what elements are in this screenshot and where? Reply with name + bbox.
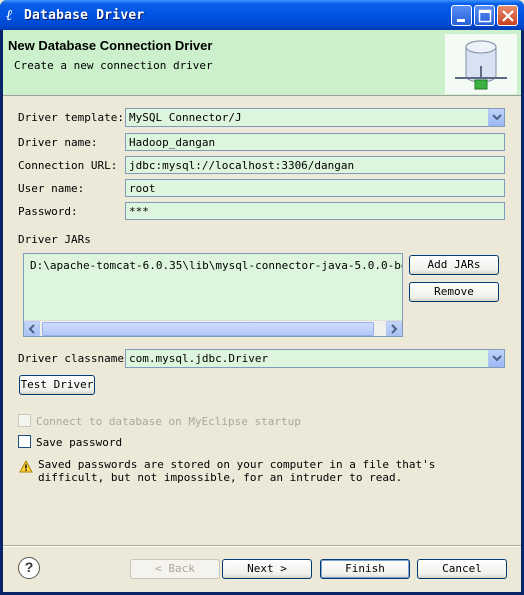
driver-jars-label: Driver JARs [18, 233, 91, 246]
scroll-right-button[interactable] [386, 321, 402, 336]
password-label: Password: [18, 205, 78, 218]
footer-separator [3, 545, 521, 547]
remove-button[interactable]: Remove [409, 282, 499, 302]
driver-name-label: Driver name: [18, 136, 98, 149]
user-name-label: User name: [18, 182, 85, 195]
maximize-icon [478, 9, 492, 23]
add-jars-button[interactable]: Add JARs [409, 255, 499, 275]
close-button[interactable] [497, 5, 518, 26]
chevron-left-icon [28, 324, 35, 334]
next-button[interactable]: Next > [222, 559, 312, 579]
minimize-button[interactable] [451, 5, 472, 26]
title-bar[interactable]: ℓ Database Driver [0, 0, 524, 30]
warning-icon [19, 460, 33, 473]
dialog-window: ℓ Database Driver New Database Connectio… [0, 0, 524, 595]
window-title: Database Driver [24, 8, 145, 23]
header-subtitle: Create a new connection driver [14, 59, 213, 72]
maximize-button[interactable] [474, 5, 495, 26]
wizard-header: New Database Connection Driver Create a … [3, 30, 521, 96]
driver-name-field[interactable]: Hadoop_dangan [125, 133, 505, 151]
password-warning-text: Saved passwords are stored on your compu… [38, 458, 436, 484]
driver-jars-list[interactable]: D:\apache-tomcat-6.0.35\lib\mysql-connec… [23, 253, 403, 337]
dialog-body: New Database Connection Driver Create a … [3, 30, 521, 592]
close-icon [502, 10, 514, 22]
chevron-down-icon [492, 114, 502, 121]
scroll-left-button[interactable] [24, 321, 40, 336]
driver-template-dropdown-button[interactable] [488, 109, 504, 126]
driver-classname-dropdown-button[interactable] [488, 350, 504, 367]
myeclipse-app-icon: ℓ [6, 6, 13, 24]
driver-classname-label: Driver classname: [18, 352, 131, 365]
save-password-checkbox[interactable] [18, 435, 31, 448]
minimize-icon [457, 19, 465, 22]
driver-classname-value: com.mysql.jdbc.Driver [129, 352, 269, 365]
back-button[interactable]: < Back [130, 559, 220, 579]
chevron-down-icon [492, 355, 502, 362]
horizontal-scrollbar[interactable] [24, 320, 402, 336]
user-name-field[interactable]: root [125, 179, 505, 197]
driver-template-label: Driver template: [18, 111, 124, 124]
password-field[interactable]: *** [125, 202, 505, 220]
driver-template-select[interactable]: MySQL Connector/J [125, 108, 505, 127]
help-icon[interactable]: ? [18, 557, 40, 579]
driver-template-value: MySQL Connector/J [129, 111, 242, 124]
list-item[interactable]: D:\apache-tomcat-6.0.35\lib\mysql-connec… [30, 259, 402, 272]
test-driver-button[interactable]: Test Driver [19, 375, 95, 395]
save-password-label: Save password [36, 436, 123, 449]
cancel-button[interactable]: Cancel [417, 559, 507, 579]
finish-button[interactable]: Finish [320, 559, 410, 579]
header-title: New Database Connection Driver [8, 38, 213, 53]
chevron-right-icon [391, 324, 398, 334]
driver-classname-select[interactable]: com.mysql.jdbc.Driver [125, 349, 505, 368]
connection-url-field[interactable]: jdbc:mysql://localhost:3306/dangan [125, 156, 505, 174]
database-banner-icon [445, 34, 517, 94]
connection-url-label: Connection URL: [18, 159, 118, 172]
scrollbar-thumb[interactable] [42, 322, 374, 336]
connect-on-startup-checkbox[interactable] [18, 414, 31, 427]
connect-on-startup-label: Connect to database on MyEclipse startup [36, 415, 301, 428]
